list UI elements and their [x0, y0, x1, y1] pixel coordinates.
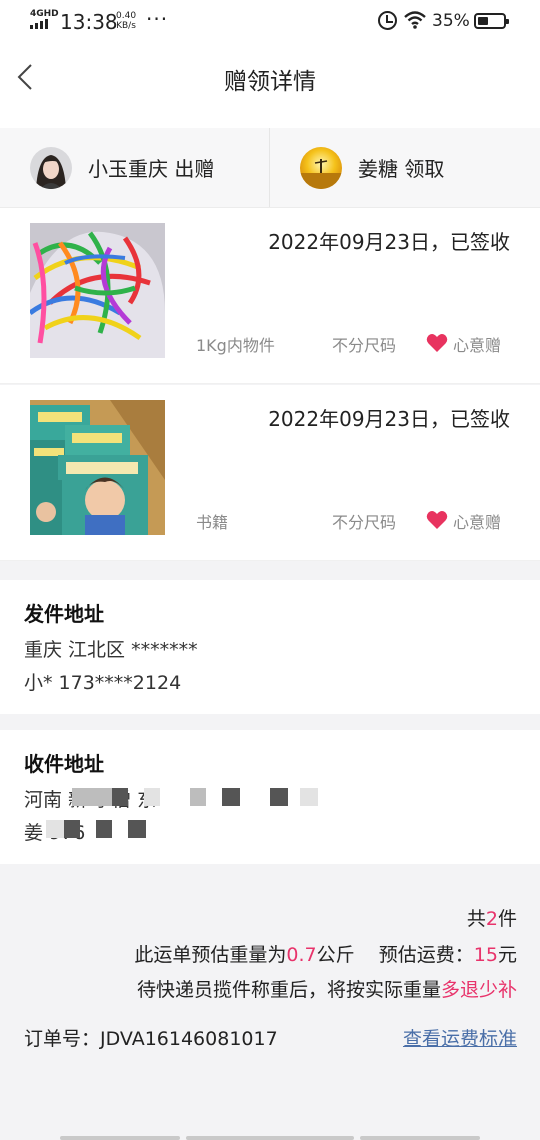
home-indicator: [60, 1136, 180, 1140]
redaction-mask: [96, 820, 112, 838]
status-bar: 4GHD 13:38 0.40 KB/s ··· 35%: [0, 0, 540, 44]
order-number: 订单号：JDVA16146081017: [24, 1024, 278, 1051]
signal-icon: [30, 19, 52, 29]
item-category: 1Kg内物件: [196, 336, 275, 355]
redaction-mask: [46, 820, 64, 838]
weight-unit: 公斤: [316, 944, 355, 966]
count-value: 2: [485, 908, 498, 930]
item-size: 不分尺码: [332, 513, 397, 532]
shipping-summary: 共2件 此运单预估重量为0.7公斤 预估运费：15元 待快递员揽件称重后，将按实…: [0, 864, 540, 1140]
redaction-mask: [112, 788, 128, 806]
item-status-date: 2022年09月23日，已签收: [268, 407, 510, 431]
order-value: JDVA16146081017: [100, 1028, 278, 1050]
weight-prefix: 此运单预估重量为: [134, 944, 287, 966]
network-speed: 0.40 KB/s: [116, 11, 136, 31]
giver[interactable]: 小玉重庆 出赠: [30, 128, 214, 207]
redaction-mask: [144, 788, 160, 806]
send-address-contact: 小* 173****2124: [24, 672, 182, 694]
speed-value: 0.40: [116, 11, 137, 21]
users-divider: [269, 128, 270, 207]
receive-address-title: 收件地址: [24, 752, 104, 776]
gift-item[interactable]: 2022年09月23日，已签收 1Kg内物件 不分尺码 心意赠: [0, 208, 540, 384]
receiver-label: 姜糖 领取: [358, 157, 445, 181]
send-address-region: 重庆 江北区 *******: [24, 639, 198, 661]
home-indicator: [186, 1136, 354, 1140]
alarm-icon: [378, 11, 397, 30]
redaction-mask: [64, 820, 80, 838]
redaction-mask: [300, 788, 318, 806]
fee-standard-link[interactable]: 查看运费标准: [403, 1024, 517, 1051]
participants-row: 小玉重庆 出赠 姜糖 领取: [0, 128, 540, 208]
redaction-mask: [72, 788, 112, 806]
heart-icon: [426, 511, 448, 529]
gift-item[interactable]: 2022年09月23日，已签收 书籍 不分尺码 心意赠: [0, 385, 540, 561]
redaction-mask: [222, 788, 240, 806]
receive-address-section: 收件地址 河南 新 学僧 东 姜 976: [0, 730, 540, 864]
fee-label: 预估运费：: [378, 944, 474, 966]
giver-avatar[interactable]: [30, 146, 72, 189]
send-address-section: 发件地址 重庆 江北区 ******* 小* 173****2124: [0, 580, 540, 714]
page-title: 赠领详情: [224, 69, 316, 95]
heart-icon: [426, 334, 448, 352]
nav-bar: 赠领详情: [0, 44, 540, 128]
clock: 13:38: [60, 10, 118, 34]
giver-label: 小玉重庆 出赠: [88, 157, 215, 181]
note-highlight: 多退少补: [440, 979, 517, 1001]
weight-value: 0.7: [286, 944, 317, 966]
weight-note: 待快递员揽件称重后，将按实际重量多退少补: [137, 975, 517, 1002]
send-address-title: 发件地址: [24, 602, 104, 626]
wifi-icon: [404, 11, 426, 29]
battery-icon: [474, 13, 509, 29]
item-photo[interactable]: [30, 223, 165, 358]
count-suffix: 件: [497, 908, 517, 930]
gift-type-label: 心意赠: [453, 336, 502, 355]
speed-unit: KB/s: [116, 21, 136, 31]
item-photo[interactable]: [30, 400, 165, 535]
item-status-date: 2022年09月23日，已签收: [268, 230, 510, 254]
gift-type-label: 心意赠: [453, 513, 502, 532]
receiver[interactable]: 姜糖 领取: [300, 128, 444, 207]
receiver-avatar[interactable]: [300, 146, 342, 189]
battery-percent: 35%: [432, 11, 470, 31]
more-notifications-icon: ···: [146, 7, 169, 31]
redaction-mask: [190, 788, 206, 806]
item-count: 共2件: [467, 904, 517, 931]
order-label: 订单号：: [24, 1028, 101, 1050]
fee-unit: 元: [497, 944, 517, 966]
home-indicator: [360, 1136, 480, 1140]
network-type: 4GHD: [30, 9, 59, 19]
weight-fee-line: 此运单预估重量为0.7公斤 预估运费：15元: [134, 940, 517, 967]
fee-value: 15: [473, 944, 498, 966]
item-size: 不分尺码: [332, 336, 397, 355]
count-prefix: 共: [466, 908, 486, 930]
item-category: 书籍: [196, 513, 229, 532]
redaction-mask: [270, 788, 288, 806]
note-prefix: 待快递员揽件称重后，将按实际重量: [136, 979, 441, 1001]
redaction-mask: [128, 820, 146, 838]
